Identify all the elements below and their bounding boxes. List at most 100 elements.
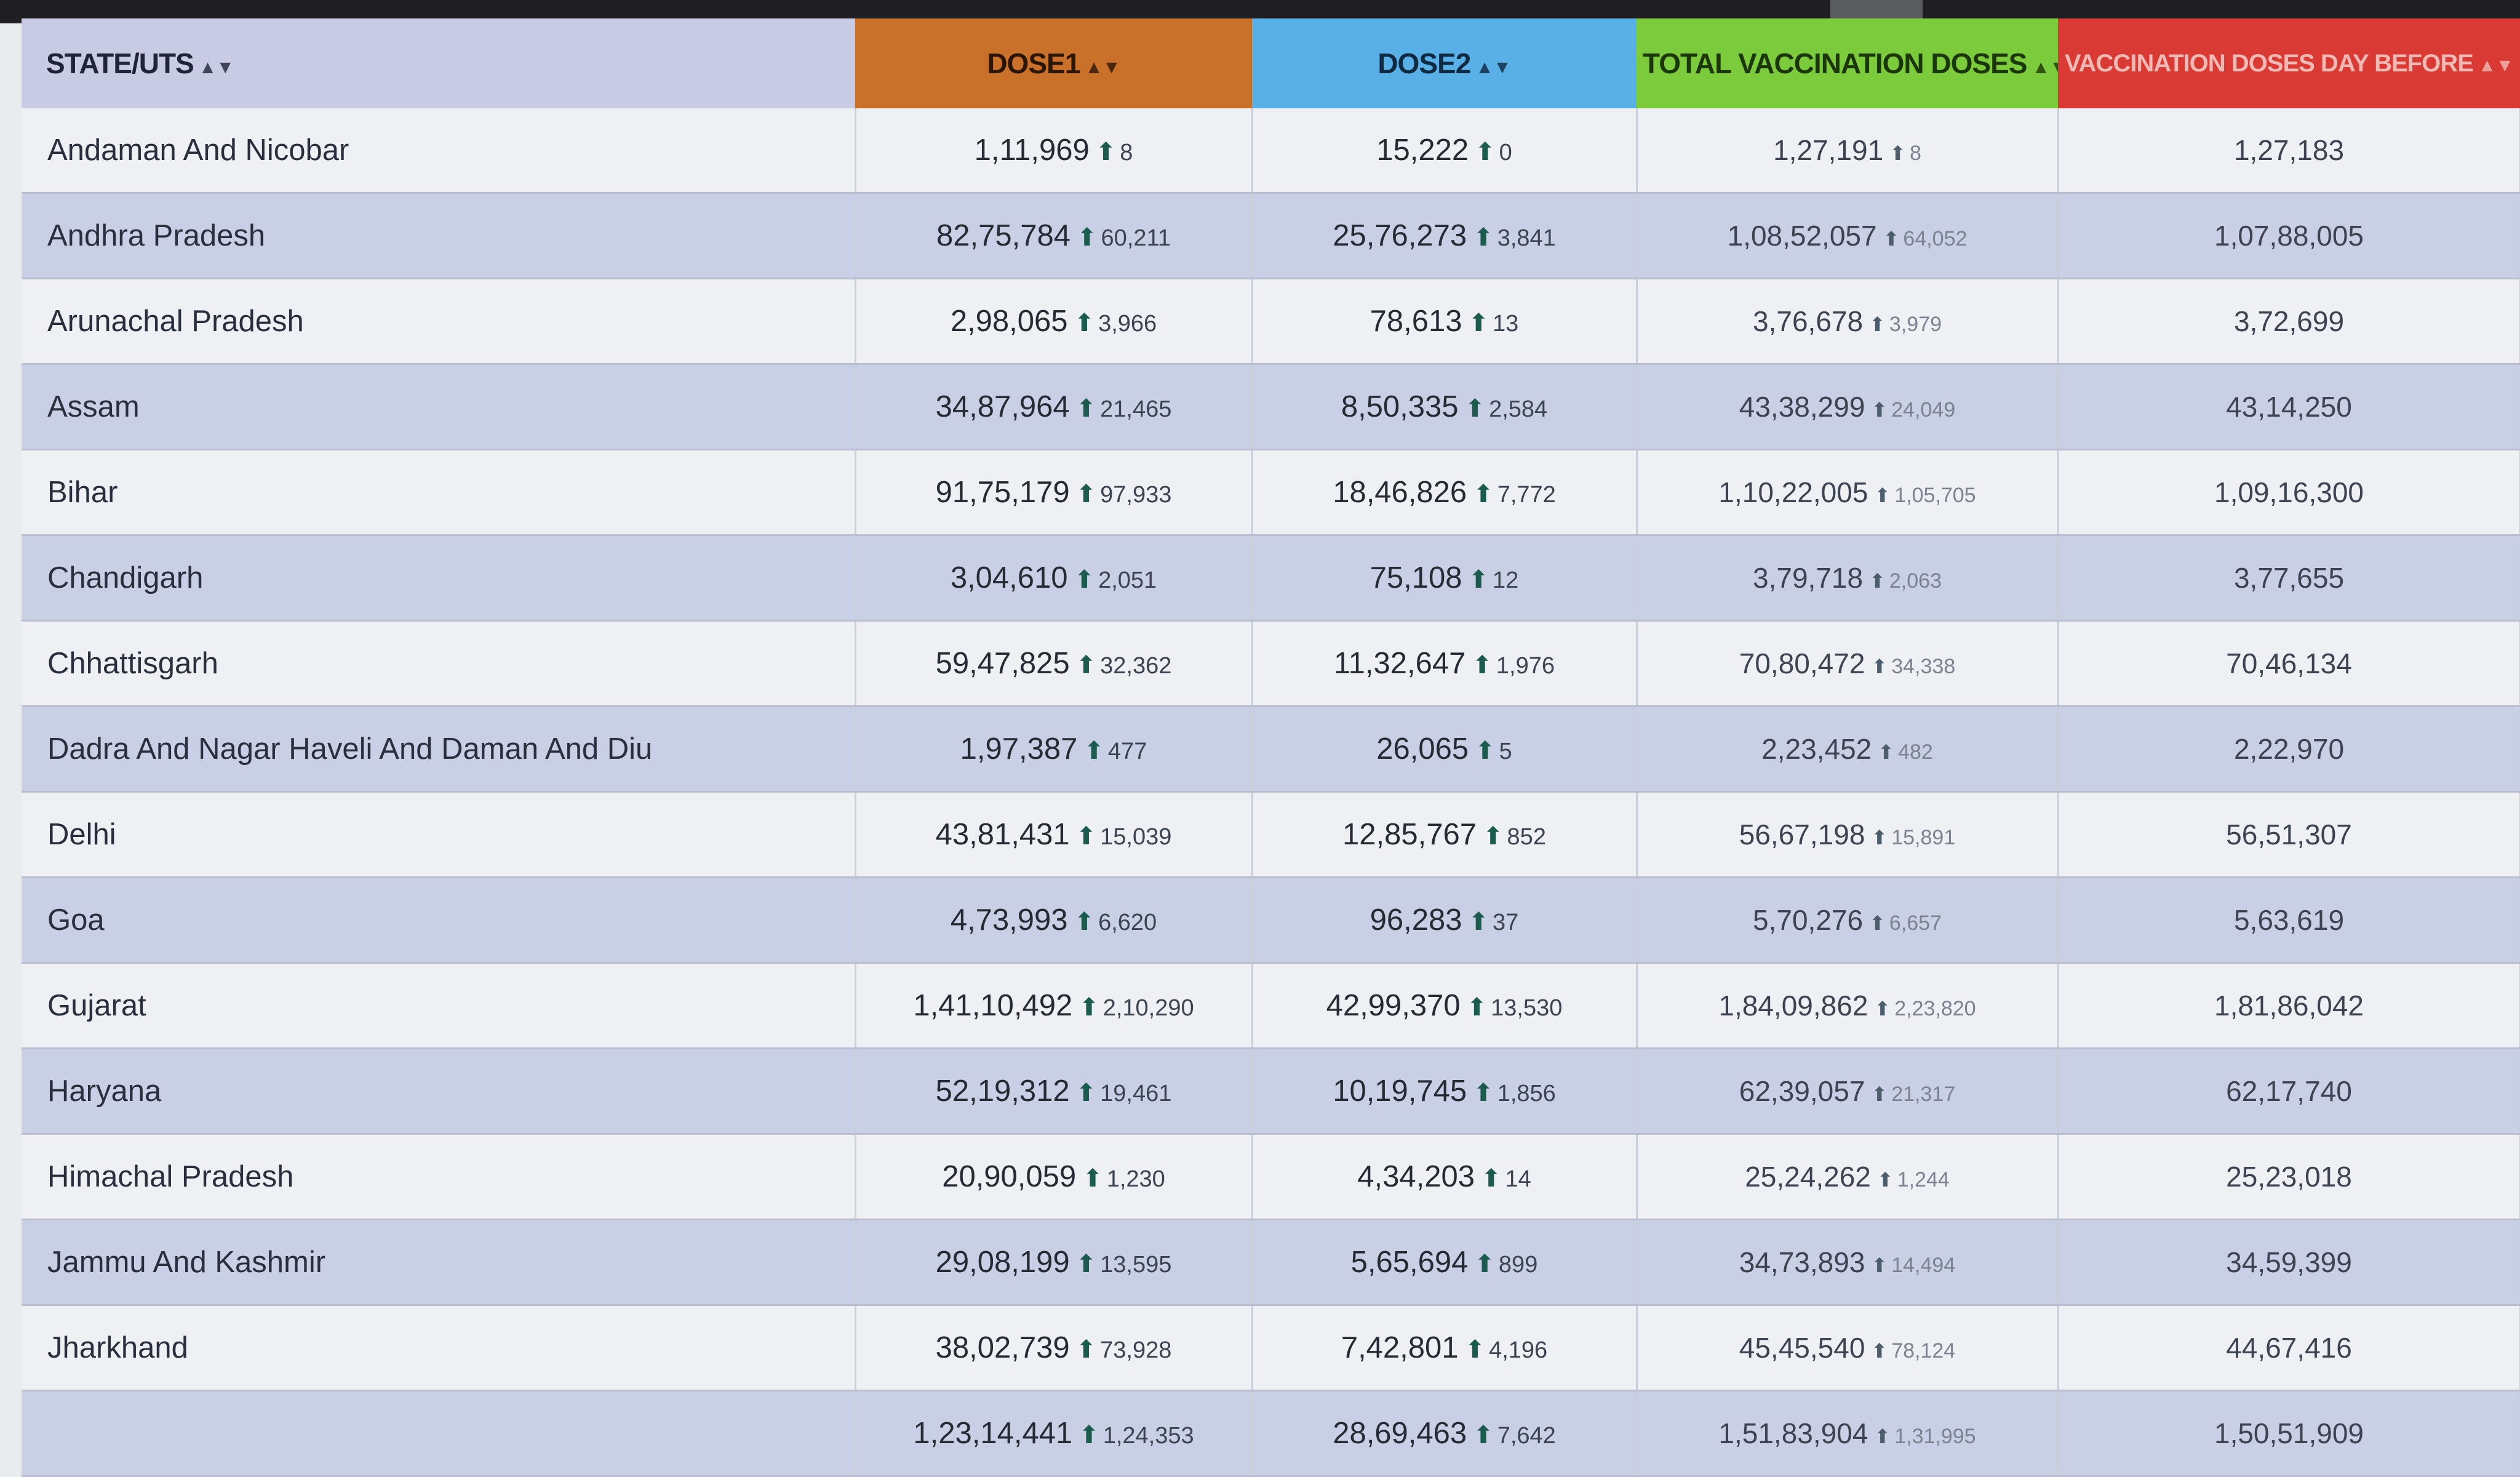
dose1-cell: 34,87,964 ⬆ 21,465 (855, 364, 1253, 450)
sort-icon[interactable]: ▲▼ (2032, 57, 2058, 78)
dose1-value: 34,87,964 (935, 390, 1070, 423)
total-value: 34,73,893 (1739, 1246, 1865, 1278)
dose1-delta: 19,461 (1100, 1081, 1172, 1107)
table-row: Andaman And Nicobar 1,11,969 ⬆ 8 15,222 ⬆ 0 … (22, 108, 2520, 194)
arrow-up-icon: ⬆ (1079, 1422, 1099, 1449)
arrow-up-icon: ⬆ (1077, 224, 1098, 251)
total-cell: 1,84,09,862 ⬆ 2,23,820 (1637, 963, 2059, 1049)
previous-day-value: 3,72,699 (2058, 278, 2520, 365)
total-delta: 1,05,705 (1894, 484, 1976, 507)
total-value: 56,67,198 (1739, 819, 1865, 851)
total-value: 1,84,09,862 (1718, 990, 1868, 1022)
dose2-cell: 42,99,370 ⬆ 13,530 (1252, 963, 1638, 1049)
total-value: 62,39,057 (1739, 1075, 1865, 1107)
dose2-cell: 11,32,647 ⬆ 1,976 (1252, 620, 1638, 707)
header-label-dose2: DOSE2 (1378, 47, 1471, 79)
header-label-total: TOTAL VACCINATION DOSES (1643, 47, 2027, 79)
dose1-delta: 60,211 (1101, 225, 1171, 251)
dose2-cell: 7,42,801 ⬆ 4,196 (1252, 1305, 1638, 1391)
previous-day-value: 2,22,970 (2058, 706, 2520, 793)
dose2-value: 15,222 (1376, 134, 1469, 167)
sort-icon[interactable]: ▲▼ (1085, 57, 1120, 78)
table-row: Chhattisgarh 59,47,825 ⬆ 32,362 11,32,647 ⬆… (22, 620, 2520, 707)
sort-icon[interactable]: ▲▼ (1475, 57, 1511, 78)
previous-day-value: 25,23,018 (2058, 1134, 2520, 1220)
dose1-delta: 3,966 (1098, 311, 1157, 337)
total-delta: 1,31,995 (1894, 1425, 1976, 1448)
total-value: 43,38,299 (1739, 391, 1865, 423)
state-name: Andaman And Nicobar (22, 108, 856, 194)
arrow-up-icon: ⬆ (1871, 1340, 1888, 1362)
total-value: 70,80,472 (1739, 647, 1865, 679)
dose2-cell: 10,19,745 ⬆ 1,856 (1252, 1048, 1638, 1135)
total-delta: 78,124 (1891, 1339, 1956, 1363)
header-label-dose1: DOSE1 (987, 47, 1080, 79)
dose2-value: 5,65,694 (1350, 1246, 1469, 1279)
total-delta: 14,494 (1891, 1254, 1956, 1277)
table-row: Jammu And Kashmir 29,08,199 ⬆ 13,595 5,65,… (22, 1219, 2520, 1306)
arrow-up-icon: ⬆ (1083, 737, 1104, 764)
state-name: Goa (22, 877, 856, 964)
dose1-delta: 6,620 (1098, 910, 1157, 935)
dose1-cell: 38,02,739 ⬆ 73,928 (855, 1305, 1253, 1391)
dose2-value: 4,34,203 (1357, 1160, 1475, 1193)
total-delta: 21,317 (1891, 1083, 1956, 1106)
previous-day-value: 44,67,416 (2058, 1305, 2520, 1391)
column-header-previous[interactable]: VACCINATION DOSES DAY BEFORE ▲▼ (2058, 18, 2520, 108)
dose1-value: 2,98,065 (950, 305, 1068, 338)
table-row: Jharkhand 38,02,739 ⬆ 73,928 7,42,801 ⬆ 4,19… (22, 1305, 2520, 1391)
column-header-dose2[interactable]: DOSE2 ▲▼ (1252, 18, 1637, 108)
dose2-value: 28,69,463 (1333, 1417, 1467, 1450)
previous-day-value: 34,59,399 (2058, 1219, 2520, 1306)
total-cell: 70,80,472 ⬆ 34,338 (1637, 620, 2059, 707)
previous-day-value: 3,77,655 (2058, 535, 2520, 622)
arrow-up-icon: ⬆ (1468, 566, 1489, 593)
dose1-delta: 477 (1107, 738, 1147, 764)
table-row: Arunachal Pradesh 2,98,065 ⬆ 3,966 78,613 ⬆… (22, 278, 2520, 365)
total-value: 1,10,22,005 (1718, 476, 1868, 508)
table-row: Gujarat 1,41,10,492 ⬆ 2,10,290 42,99,370 ⬆ 1… (22, 963, 2520, 1049)
dose2-delta: 0 (1499, 140, 1512, 166)
column-header-dose1[interactable]: DOSE1 ▲▼ (855, 18, 1252, 108)
total-delta: 34,338 (1891, 655, 1956, 678)
total-cell: 56,67,198 ⬆ 15,891 (1637, 791, 2059, 878)
previous-day-value: 1,27,183 (2058, 108, 2520, 194)
dose2-value: 8,50,335 (1341, 390, 1459, 423)
total-delta: 2,23,820 (1894, 997, 1976, 1020)
header-label-state: STATE/UTS (46, 47, 194, 79)
arrow-up-icon: ⬆ (1871, 827, 1888, 849)
dose1-cell: 82,75,784 ⬆ 60,211 (855, 193, 1253, 279)
dose2-value: 78,613 (1370, 305, 1462, 338)
total-value: 2,23,452 (1761, 733, 1872, 765)
dose1-delta: 2,051 (1098, 567, 1157, 593)
total-delta: 64,052 (1903, 227, 1968, 250)
dose2-value: 10,19,745 (1333, 1075, 1467, 1108)
state-name: Himachal Pradesh (22, 1134, 856, 1220)
dose2-cell: 28,69,463 ⬆ 7,642 (1252, 1390, 1638, 1477)
column-header-total[interactable]: TOTAL VACCINATION DOSES▲▼ (1637, 18, 2058, 108)
arrow-up-icon: ⬆ (1474, 1251, 1495, 1278)
total-cell: 1,27,191 ⬆ 8 (1637, 108, 2059, 194)
sort-icon[interactable]: ▲▼ (199, 57, 234, 78)
table-row: Bihar 91,75,179 ⬆ 97,933 18,46,826 ⬆ 7,772 1… (22, 449, 2520, 536)
state-name: Arunachal Pradesh (22, 278, 856, 365)
state-name: Assam (22, 364, 856, 450)
arrow-up-icon: ⬆ (1468, 908, 1489, 935)
dose1-value: 91,75,179 (935, 476, 1070, 509)
arrow-up-icon: ⬆ (1075, 395, 1097, 422)
dose1-cell: 20,90,059 ⬆ 1,230 (855, 1134, 1253, 1220)
sort-icon[interactable]: ▲▼ (2478, 55, 2514, 76)
dose1-value: 4,73,993 (950, 903, 1068, 937)
dose1-value: 1,41,10,492 (913, 989, 1073, 1022)
previous-day-value: 70,46,134 (2058, 620, 2520, 707)
previous-day-value: 1,07,88,005 (2058, 193, 2520, 279)
total-value: 1,27,191 (1773, 134, 1884, 166)
dose2-value: 7,42,801 (1341, 1331, 1459, 1364)
dose2-value: 26,065 (1376, 732, 1469, 766)
dose1-value: 1,11,969 (974, 134, 1090, 167)
arrow-up-icon: ⬆ (1480, 1165, 1502, 1192)
total-value: 25,24,262 (1745, 1161, 1871, 1193)
dose1-value: 29,08,199 (935, 1246, 1070, 1279)
column-header-state[interactable]: STATE/UTS ▲▼ (22, 18, 855, 108)
dose1-value: 38,02,739 (935, 1331, 1070, 1364)
